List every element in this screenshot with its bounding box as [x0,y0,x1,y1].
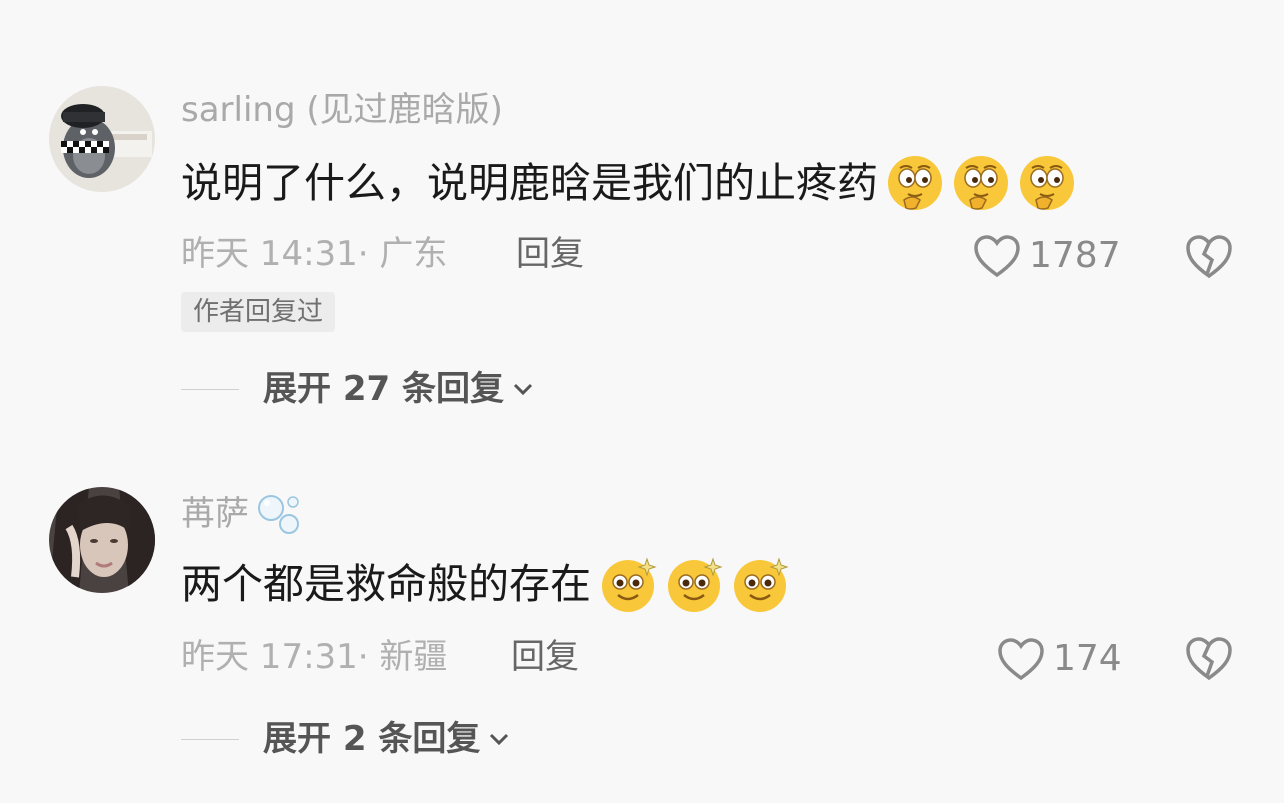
reply-button[interactable]: 回复 [511,637,579,677]
author-replied-badge: 作者回复过 [181,292,336,332]
location: 广东 [379,234,448,274]
comment-text-content: 两个都是救命般的存在 [181,560,591,608]
username-text: 苒萨 [181,494,249,534]
reply-button[interactable]: 回复 [516,234,584,274]
comment-text: 说明了什么，说明鹿晗是我们的止疼药 [181,154,1076,212]
emoji-group [599,555,789,613]
broken-heart-icon[interactable] [1184,634,1234,682]
chevron-down-icon [490,733,509,746]
avatar[interactable] [49,86,155,192]
broken-heart-icon[interactable] [1184,232,1234,280]
heart-icon [974,235,1020,278]
chevron-down-icon [513,383,533,396]
comment-text-content: 说明了什么，说明鹿晗是我们的止疼药 [181,159,878,207]
username[interactable]: sarling (见过鹿晗版) [181,90,503,130]
like-button[interactable]: 1787 [973,234,1121,278]
username[interactable]: 苒萨 [181,492,307,536]
like-button[interactable]: 174 [997,637,1122,681]
expand-replies[interactable]: 展开 27 条回复 [181,369,536,409]
divider [181,388,239,390]
divider [181,738,239,740]
thinking-face-emoji [954,156,1008,210]
expand-replies-label: 展开 2 条回复 [263,719,481,759]
sparkle-eyes-emoji [734,557,789,612]
location: 新疆 [379,637,448,677]
comment-meta: 昨天 17:31· 新疆 [181,637,447,677]
like-count: 1787 [1029,235,1121,276]
timestamp: 昨天 14:31· [181,234,369,274]
sparkle-eyes-emoji [668,557,723,612]
comment-meta: 昨天 14:31· 广东 [181,234,447,274]
heart-icon [998,638,1044,681]
like-count: 174 [1053,638,1122,679]
avatar[interactable] [49,487,155,593]
bubbles-icon [258,495,299,534]
sparkle-eyes-emoji [602,557,657,612]
expand-replies[interactable]: 展开 2 条回复 [181,719,512,759]
thinking-face-emoji [888,156,942,210]
timestamp: 昨天 17:31· [181,637,369,677]
thinking-face-emoji [1020,156,1074,210]
avatar-image-penguin [49,86,155,192]
expand-replies-label: 展开 27 条回复 [263,369,504,409]
emoji-group [886,154,1076,212]
avatar-image-portrait [49,487,155,593]
comment-text: 两个都是救命般的存在 [181,555,789,613]
